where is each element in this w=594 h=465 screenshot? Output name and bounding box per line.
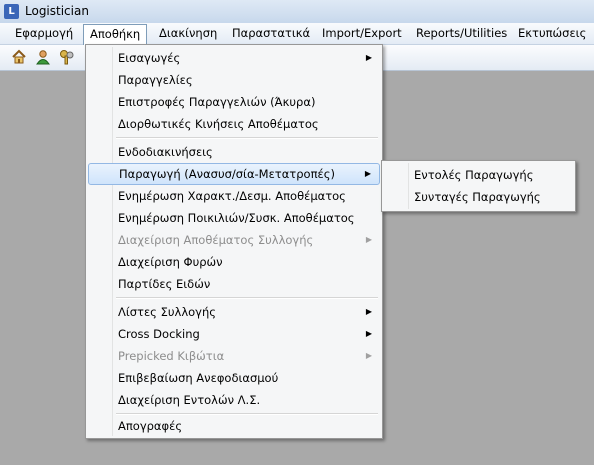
menu-item-label: Παρτίδες Ειδών <box>118 277 211 291</box>
menu-item-endodiakiniseis[interactable]: Ενδοδιακινήσεις <box>88 141 380 163</box>
menu-item-label: Εντολές Παραγωγής <box>414 168 534 182</box>
menu-item-label: Επιβεβαίωση Ανεφοδιασμού <box>118 371 279 385</box>
menu-item-epistrofes[interactable]: Επιστροφές Παραγγελιών (Άκυρα) <box>88 91 380 113</box>
menu-item-label: Παραγγελίες <box>118 73 193 87</box>
menu-item-label: Διαχείριση Φυρών <box>118 255 223 269</box>
menu-item-label: Συνταγές Παραγωγής <box>414 190 541 204</box>
menu-item-label: Διαχείριση Εντολών Λ.Σ. <box>118 393 261 407</box>
menu-item-listes-syllogis[interactable]: Λίστες Συλλογής ▶ <box>88 301 380 323</box>
submenu-item-syntages-paragogis[interactable]: Συνταγές Παραγωγής <box>384 186 573 208</box>
menu-item-label: Prepicked Κιβώτια <box>118 349 225 363</box>
menu-parastatika[interactable]: Παραστατικά <box>226 25 316 42</box>
menu-import-export[interactable]: Import/Export <box>316 25 408 42</box>
menu-ektyposeis[interactable]: Εκτυπώσεις <box>512 25 592 42</box>
menu-item-label: Εισαγωγές <box>118 51 181 65</box>
menu-item-prepicked: Prepicked Κιβώτια ▶ <box>88 345 380 367</box>
menu-item-apografes[interactable]: Απογραφές <box>88 415 380 437</box>
menu-item-diaxeirisi-fyron[interactable]: Διαχείριση Φυρών <box>88 251 380 273</box>
menu-reports-utilities[interactable]: Reports/Utilities <box>410 25 513 42</box>
menu-apothiki[interactable]: Αποθήκη <box>83 24 148 45</box>
menu-item-label: Λίστες Συλλογής <box>118 305 217 319</box>
keys-icon[interactable] <box>58 49 75 66</box>
menu-diakinisi[interactable]: Διακίνηση <box>153 25 223 42</box>
menu-item-paragogi[interactable]: Παραγωγή (Ανασυσ/σία-Μετατροπές) ▶ <box>88 163 380 185</box>
submenu-arrow-icon: ▶ <box>365 53 372 62</box>
apothiki-dropdown-menu: Εισαγωγές ▶ Παραγγελίες Επιστροφές Παραγ… <box>85 44 383 439</box>
menu-item-epivevaiosi[interactable]: Επιβεβαίωση Ανεφοδιασμού <box>88 367 380 389</box>
menu-bar: Εφαρμογή Αποθήκη Διακίνηση Παραστατικά I… <box>0 23 594 45</box>
submenu-arrow-icon: ▶ <box>365 235 372 244</box>
menu-efarmogi[interactable]: Εφαρμογή <box>9 25 79 42</box>
menu-item-diorthotikes[interactable]: Διορθωτικές Κινήσεις Αποθέματος <box>88 113 380 135</box>
menu-separator <box>116 137 378 139</box>
title-bar: L Logistician <box>0 0 594 24</box>
paragogi-submenu: Εντολές Παραγωγής Συνταγές Παραγωγής <box>381 160 576 212</box>
menu-separator <box>116 297 378 299</box>
submenu-item-entoles-paragogis[interactable]: Εντολές Παραγωγής <box>384 164 573 186</box>
menu-item-diaxeirisi-entolon[interactable]: Διαχείριση Εντολών Λ.Σ. <box>88 389 380 411</box>
menu-item-enimerosi-charakt[interactable]: Ενημέρωση Χαρακτ./Δεσμ. Αποθέματος <box>88 185 380 207</box>
menu-item-eisagoges[interactable]: Εισαγωγές ▶ <box>88 47 380 69</box>
menu-item-label: Ενημέρωση Ποικιλιών/Συσκ. Αποθέματος <box>118 211 355 225</box>
submenu-arrow-icon: ▶ <box>365 351 372 360</box>
menu-item-label: Επιστροφές Παραγγελιών (Άκυρα) <box>118 95 316 109</box>
menu-item-label: Διορθωτικές Κινήσεις Αποθέματος <box>118 117 319 131</box>
menu-item-label: Παραγωγή (Ανασυσ/σία-Μετατροπές) <box>119 167 335 181</box>
window-title: Logistician <box>25 4 89 18</box>
menu-item-diaxeirisi-apothematos: Διαχείριση Αποθέματος Συλλογής ▶ <box>88 229 380 251</box>
menu-item-label: Ενδοδιακινήσεις <box>118 145 213 159</box>
menu-item-paraggelies[interactable]: Παραγγελίες <box>88 69 380 91</box>
menu-item-label: Ενημέρωση Χαρακτ./Δεσμ. Αποθέματος <box>118 189 346 203</box>
menu-item-label: Απογραφές <box>118 419 183 433</box>
submenu-arrow-icon: ▶ <box>365 307 372 316</box>
menu-item-enimerosi-poikilion[interactable]: Ενημέρωση Ποικιλιών/Συσκ. Αποθέματος <box>88 207 380 229</box>
menu-item-partides[interactable]: Παρτίδες Ειδών <box>88 273 380 295</box>
submenu-arrow-icon: ▶ <box>364 169 371 178</box>
app-icon: L <box>4 4 19 19</box>
menu-item-cross-docking[interactable]: Cross Docking ▶ <box>88 323 380 345</box>
home-icon[interactable] <box>10 49 27 66</box>
menu-item-label: Διαχείριση Αποθέματος Συλλογής <box>118 233 314 247</box>
submenu-arrow-icon: ▶ <box>365 329 372 338</box>
menu-item-label: Cross Docking <box>118 327 200 341</box>
user-icon[interactable] <box>34 49 51 66</box>
